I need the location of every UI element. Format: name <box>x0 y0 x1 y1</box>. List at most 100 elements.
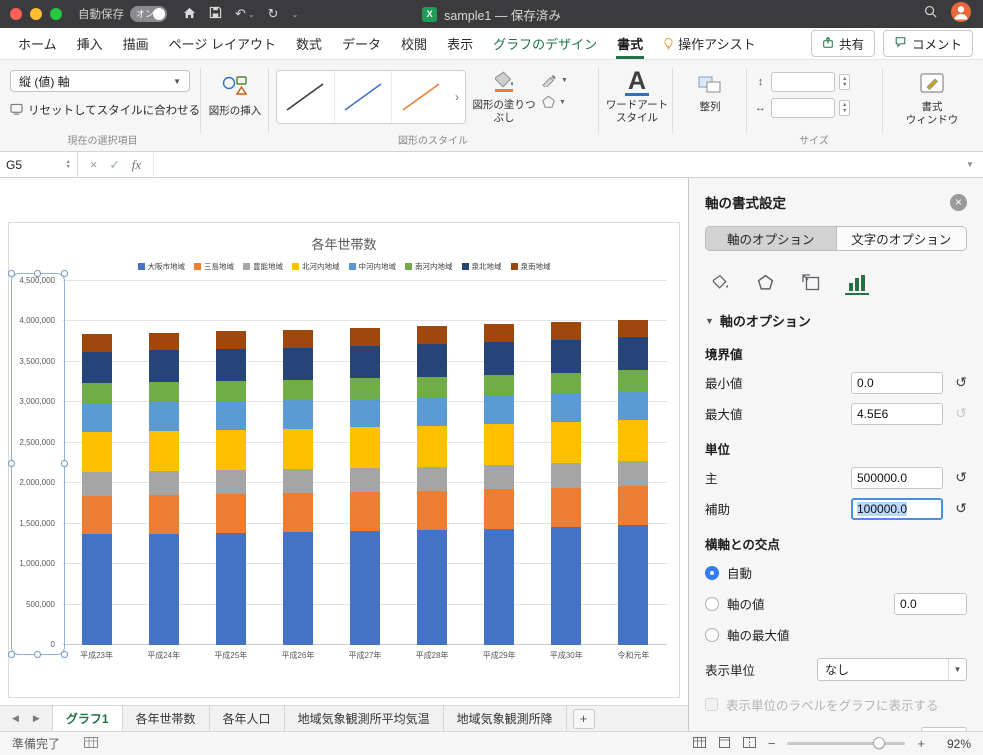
legend-item[interactable]: 中河内地域 <box>348 261 396 272</box>
bar-segment[interactable] <box>551 372 582 394</box>
chart-element-dropdown[interactable]: 縦 (値) 軸 ▼ <box>10 70 190 92</box>
account-avatar[interactable] <box>951 1 971 27</box>
maximum-input[interactable]: 4.5E6 <box>851 402 943 425</box>
bar-segment[interactable] <box>148 533 179 645</box>
sheet-nav-forward-icon[interactable]: ▶ <box>33 713 40 724</box>
ribbon-tab-3[interactable]: ページ レイアウト <box>159 28 286 59</box>
bar-segment[interactable] <box>551 422 582 464</box>
bar-segment[interactable] <box>618 485 649 526</box>
fill-line-icon[interactable] <box>711 274 729 295</box>
size-properties-icon[interactable] <box>802 274 820 295</box>
enter-icon[interactable]: ✓ <box>109 157 119 172</box>
sheet-tab-4[interactable]: 地域気象観測所降 <box>444 706 567 731</box>
page-break-view-icon[interactable] <box>742 736 756 751</box>
reset-major-icon[interactable]: ↺ <box>943 469 967 486</box>
bar-segment[interactable] <box>618 525 649 645</box>
zoom-out-icon[interactable]: − <box>768 736 776 751</box>
ribbon-tab-1[interactable]: 挿入 <box>67 28 113 59</box>
bar-segment[interactable] <box>81 334 112 352</box>
sheet-nav-back-icon[interactable]: ◀ <box>12 713 19 724</box>
bar-segment[interactable] <box>81 351 112 384</box>
bar-segment[interactable] <box>551 487 582 528</box>
shape-height-input[interactable] <box>771 72 835 92</box>
bar-segment[interactable] <box>350 492 380 532</box>
bar-segment[interactable] <box>350 427 380 469</box>
shape-style-gallery[interactable]: › <box>276 70 466 124</box>
ribbon-tab-10[interactable]: 操作アシスト <box>653 28 765 59</box>
shape-style-option-2[interactable] <box>335 71 393 123</box>
bar-segment[interactable] <box>81 403 112 432</box>
axis-selection-outline[interactable] <box>8 270 68 658</box>
ribbon-tab-4[interactable]: 数式 <box>286 28 332 59</box>
bar-segment[interactable] <box>551 339 582 373</box>
bar-segment[interactable] <box>282 347 313 380</box>
bar-segment[interactable] <box>215 381 246 402</box>
bar-segment[interactable] <box>81 383 112 404</box>
bar-segment[interactable] <box>282 428 313 470</box>
share-button[interactable]: 共有 <box>810 30 875 57</box>
sheet-tab-0[interactable]: グラフ1 <box>51 706 123 731</box>
bar-segment[interactable] <box>417 425 448 467</box>
ribbon-tab-0[interactable]: ホーム <box>8 28 67 59</box>
sheet-tab-2[interactable]: 各年人口 <box>210 706 285 731</box>
legend-item[interactable]: 三島地域 <box>194 261 234 272</box>
shape-outline-button[interactable]: ▼ <box>541 74 568 87</box>
bar-segment[interactable] <box>350 328 380 346</box>
close-icon[interactable]: × <box>950 193 967 211</box>
undo-button[interactable]: ↶ ⌄ <box>235 6 255 22</box>
bar-segment[interactable] <box>282 400 313 429</box>
bar-segment[interactable] <box>81 496 112 535</box>
customize-toolbar-icon[interactable]: ⌄ <box>292 10 299 19</box>
shape-width-input[interactable] <box>771 98 835 118</box>
sheet-tab-1[interactable]: 各年世帯数 <box>123 706 210 731</box>
ribbon-tab-7[interactable]: 表示 <box>437 28 483 59</box>
bar-segment[interactable] <box>215 348 246 381</box>
autosave-control[interactable]: 自動保存 オン <box>78 6 167 22</box>
bar-segment[interactable] <box>417 376 448 397</box>
axis-options-section-header[interactable]: ▼ 軸のオプション <box>705 311 967 330</box>
bar-segment[interactable] <box>484 342 515 375</box>
axis-maximum-radio[interactable] <box>705 627 719 642</box>
close-window-button[interactable] <box>10 8 22 20</box>
bar-segment[interactable] <box>350 345 380 379</box>
automatic-radio[interactable] <box>705 565 719 580</box>
shape-effects-button[interactable]: ▼ <box>541 95 568 109</box>
reset-to-match-style-button[interactable]: リセットしてスタイルに合わせる <box>10 102 200 118</box>
search-icon[interactable] <box>924 5 937 23</box>
width-stepper[interactable]: ▲ ▼ <box>839 100 851 116</box>
major-unit-input[interactable]: 500000.0 <box>851 466 943 489</box>
selection-handle[interactable] <box>61 460 68 467</box>
reset-minor-icon[interactable]: ↺ <box>943 500 967 517</box>
minimize-window-button[interactable] <box>30 8 42 20</box>
ribbon-tab-2[interactable]: 描画 <box>113 28 159 59</box>
name-box-stepper[interactable]: ▲ ▼ <box>66 159 71 170</box>
ribbon-tab-8[interactable]: グラフのデザイン <box>483 28 607 59</box>
bar-segment[interactable] <box>350 468 380 493</box>
bar-segment[interactable] <box>81 431 112 473</box>
ribbon-tab-9[interactable]: 書式 <box>607 28 653 59</box>
chart-object[interactable]: 各年世帯数 大阪市地域 三島地域 豊能地域 北河内地域 中河内地域 南河内地域 泉北地域 泉南… <box>8 222 680 698</box>
bar-segment[interactable] <box>417 529 448 645</box>
bar-segment[interactable] <box>618 337 649 371</box>
bar-segment[interactable] <box>551 527 582 645</box>
bar-segment[interactable] <box>618 420 649 462</box>
selection-handle[interactable] <box>34 651 41 658</box>
add-sheet-button[interactable]: + <box>572 708 595 729</box>
bar-segment[interactable] <box>484 324 515 343</box>
minor-unit-input[interactable]: 100000.0 <box>851 497 943 520</box>
legend-item[interactable]: 泉北地域 <box>461 261 502 272</box>
normal-view-icon[interactable] <box>692 736 706 751</box>
bar-segment[interactable] <box>148 495 179 534</box>
legend-item[interactable]: 南河内地域 <box>405 261 453 272</box>
bar-segment[interactable] <box>484 528 515 645</box>
bar-segment[interactable] <box>417 344 448 377</box>
axis-options-icon[interactable] <box>845 274 869 295</box>
reset-maximum-icon[interactable]: ↺ <box>943 405 967 422</box>
axis-value-input[interactable]: 0.0 <box>894 592 967 615</box>
bar-segment[interactable] <box>148 350 179 383</box>
axis-value-radio[interactable] <box>705 596 719 611</box>
bar-segment[interactable] <box>484 489 515 529</box>
bar-segment[interactable] <box>148 382 179 403</box>
arrange-button[interactable]: 整列 <box>678 74 742 114</box>
shape-style-option-1[interactable] <box>277 71 335 123</box>
